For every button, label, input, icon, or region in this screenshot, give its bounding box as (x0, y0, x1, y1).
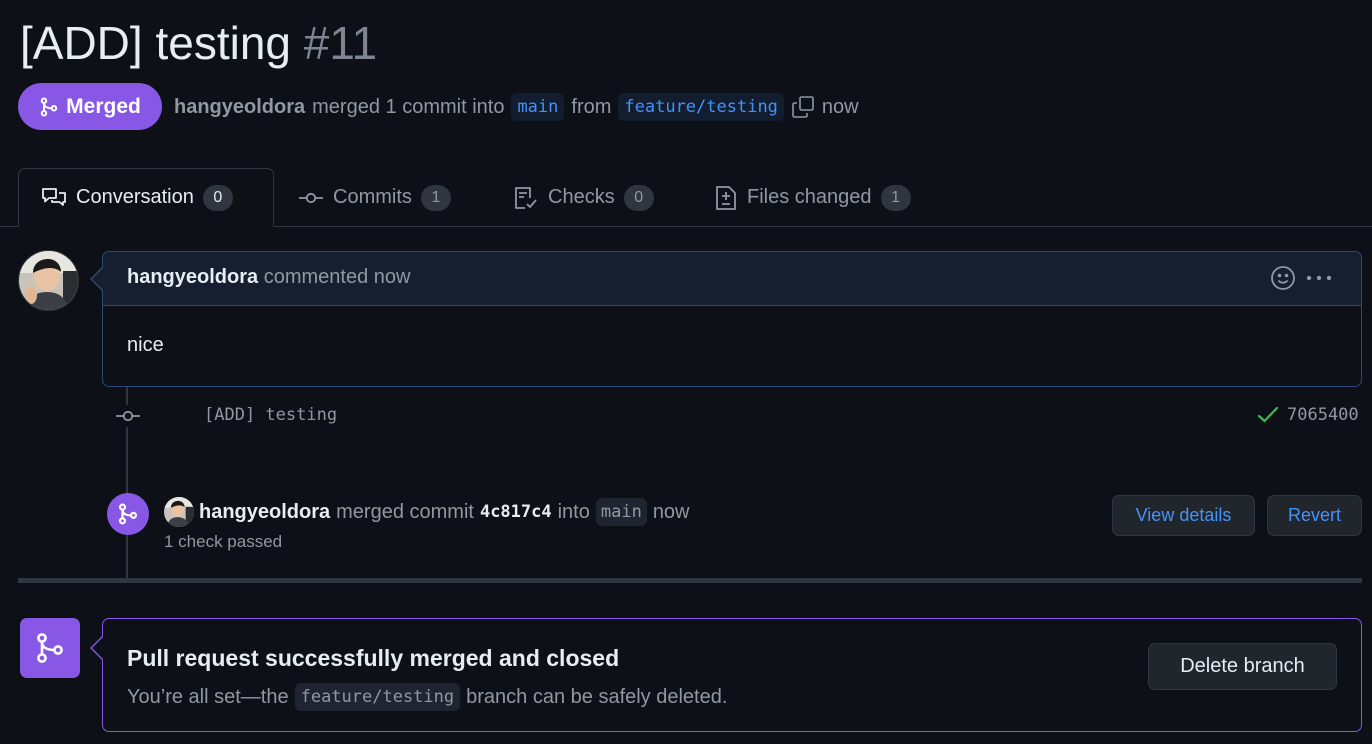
file-diff-icon (714, 185, 738, 211)
merge-action: merged commit (336, 500, 474, 523)
base-branch-label[interactable]: main (511, 93, 565, 121)
tab-counter: 0 (202, 184, 233, 211)
pr-time: now (821, 95, 859, 118)
pr-meta: hangyeoldora merged 1 commit into main f… (174, 90, 859, 124)
git-commit-icon (298, 188, 324, 208)
merged-box-caret-fill (92, 636, 104, 660)
avatar[interactable] (164, 497, 194, 527)
comment-author-link[interactable]: hangyeoldora (127, 266, 258, 288)
merge-time: now (652, 500, 690, 523)
tab-checks[interactable]: Checks 0 (513, 168, 654, 227)
commit-sha-link[interactable]: 7065400 (1287, 405, 1359, 425)
git-merge-icon (107, 493, 149, 535)
pr-author-link[interactable]: hangyeoldora (174, 96, 305, 119)
tab-conversation[interactable]: Conversation 0 (18, 168, 274, 227)
merge-into-text: into (557, 500, 590, 523)
tab-label: Files changed (747, 186, 872, 208)
git-merge-icon (20, 618, 80, 678)
merged-branch-label[interactable]: feature/testing (294, 683, 461, 711)
merged-description: You’re all set—the feature/testing branc… (127, 681, 727, 713)
tab-commits[interactable]: Commits 1 (298, 168, 451, 227)
git-commit-icon (115, 405, 141, 427)
comment-action: commented now (263, 266, 411, 288)
comment-body: nice (127, 334, 164, 356)
page-title: [ADD] testing #11 (20, 14, 377, 72)
tab-label: Conversation (76, 186, 194, 208)
checklist-icon (513, 185, 539, 211)
merged-desc-after: branch can be safely deleted. (466, 685, 728, 708)
check-icon[interactable] (1257, 405, 1279, 425)
timeline-divider (18, 578, 1362, 583)
comment-caret-fill (92, 267, 104, 291)
head-branch-label[interactable]: feature/testing (618, 93, 784, 121)
comment-discussion-icon (41, 186, 67, 210)
delete-branch-button[interactable]: Delete branch (1148, 643, 1337, 690)
tab-counter: 1 (880, 184, 911, 211)
avatar[interactable] (18, 250, 79, 311)
comment-header-text: hangyeoldora commented now (127, 266, 410, 289)
pr-number: #11 (303, 17, 378, 69)
merge-author-link[interactable]: hangyeoldora (199, 501, 330, 524)
tab-counter: 0 (623, 184, 654, 211)
revert-button[interactable]: Revert (1267, 495, 1362, 536)
merge-branch-label[interactable]: main (595, 498, 647, 526)
view-details-button[interactable]: View details (1112, 495, 1255, 536)
tab-label: Checks (548, 186, 615, 208)
tab-files-changed[interactable]: Files changed 1 (714, 168, 911, 227)
merged-state-badge: Merged (18, 83, 162, 130)
merge-commit-sha-link[interactable]: 4c817c4 (480, 502, 552, 522)
git-merge-icon (39, 97, 59, 117)
state-label: Merged (66, 94, 141, 118)
kebab-horizontal-icon[interactable] (1306, 266, 1332, 290)
checks-status-text: 1 check passed (164, 532, 283, 551)
merge-event-text: hangyeoldora merged commit 4c817c4 into … (199, 497, 690, 527)
smiley-icon[interactable] (1270, 265, 1296, 291)
merged-title: Pull request successfully merged and clo… (127, 645, 620, 671)
pr-action-text: merged 1 commit into (312, 95, 505, 118)
pr-title: [ADD] testing (20, 17, 291, 69)
commit-message-link[interactable]: [ADD] testing (204, 405, 337, 425)
tab-counter: 1 (420, 184, 451, 211)
merged-desc-before: You’re all set—the (127, 685, 289, 708)
copy-icon[interactable] (791, 95, 815, 119)
from-text: from (571, 95, 612, 118)
tab-label: Commits (333, 186, 412, 208)
